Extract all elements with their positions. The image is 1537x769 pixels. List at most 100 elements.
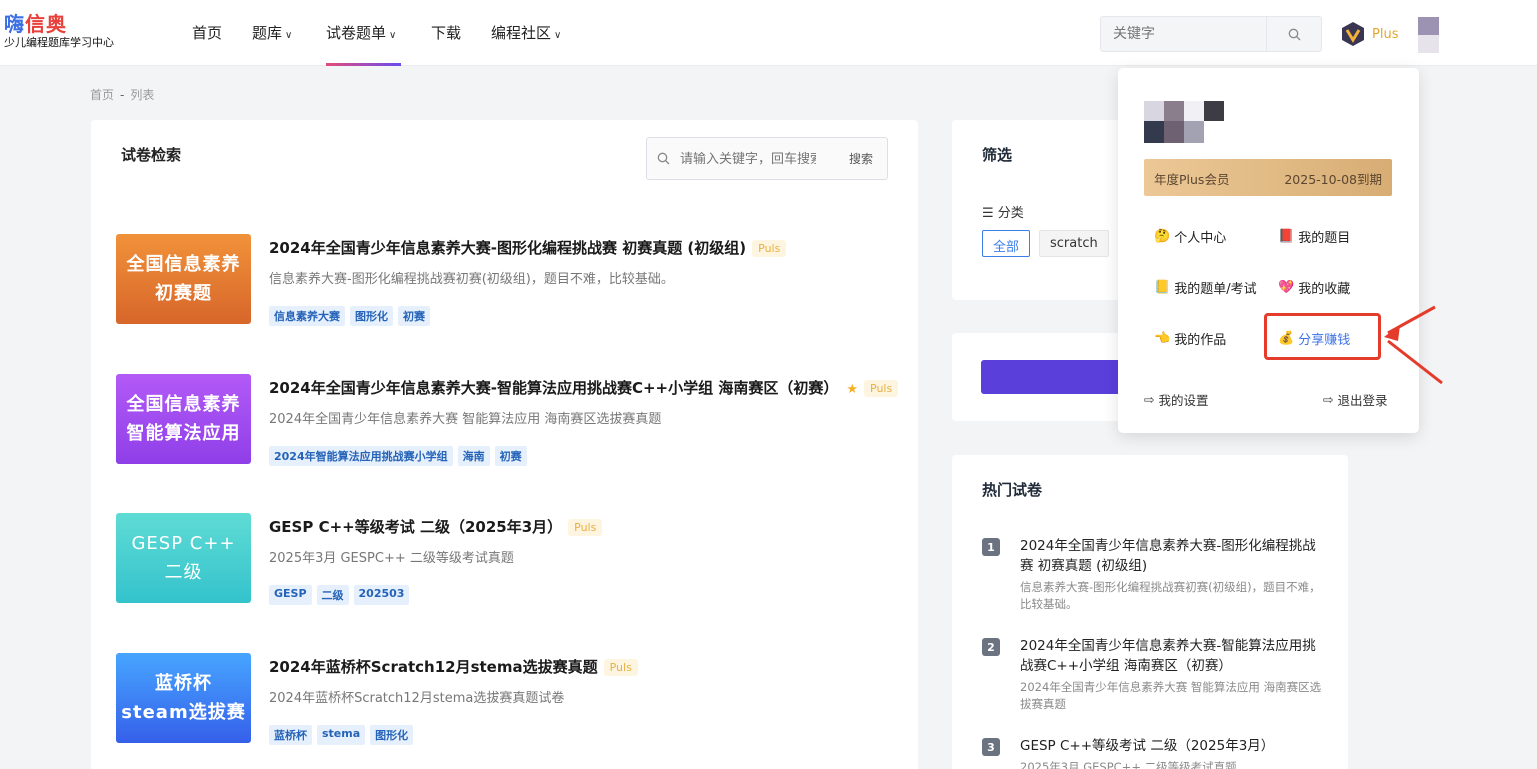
paper-desc: 2025年3月 GESPC++ 二级等级考试真题 bbox=[269, 551, 514, 566]
menu-my-questions[interactable]: 📕 我的题目 bbox=[1278, 227, 1350, 246]
user-menu-dropdown: 年度Plus会员 2025-10-08到期 🤔 个人中心 📕 我的题目 📒 我的题单/… bbox=[1118, 68, 1419, 433]
paper-thumbnail[interactable]: 全国信息素养 智能算法应用 bbox=[116, 374, 251, 464]
thumb-line: steam选拔赛 bbox=[121, 702, 246, 723]
paper-tags: 蓝桥杯 stema 图形化 bbox=[269, 725, 414, 745]
v-crown-icon bbox=[1342, 22, 1364, 46]
nav-papers[interactable]: 试卷题单 ∨ bbox=[326, 22, 396, 66]
nav-home-label: 首页 bbox=[192, 24, 223, 42]
hot-item-desc: 2025年3月 GESPC++ 二级等级考试真题 bbox=[1020, 760, 1237, 769]
plus-badge: Puls bbox=[568, 519, 603, 536]
rank-badge: 1 bbox=[982, 538, 1000, 556]
member-label: 年度Plus会员 bbox=[1154, 172, 1230, 187]
nav-download[interactable]: 下载 bbox=[431, 22, 461, 66]
paper-tags: GESP 二级 202503 bbox=[269, 585, 410, 605]
tag[interactable]: 202503 bbox=[353, 585, 410, 605]
filter-category: ☰ 分类 bbox=[982, 202, 1024, 221]
menu-logout[interactable]: ⇨ 退出登录 bbox=[1323, 390, 1388, 409]
paper-title-text: 2024年全国青少年信息素养大赛-图形化编程挑战赛 初赛真题 (初级组) bbox=[269, 239, 747, 257]
hot-item-desc: 2024年全国青少年信息素养大赛 智能算法应用 海南赛区选拔赛真题 bbox=[1020, 680, 1322, 711]
paper-desc: 2024年全国青少年信息素养大赛 智能算法应用 海南赛区选拔赛真题 bbox=[269, 412, 662, 427]
menu-label: 我的题单/考试 bbox=[1174, 282, 1257, 297]
header-search-button[interactable] bbox=[1266, 17, 1321, 51]
avatar bbox=[1144, 101, 1226, 145]
notebook-icon: 📒 bbox=[1154, 280, 1171, 295]
thumb-line: GESP C++ bbox=[131, 533, 236, 554]
header-search-input[interactable] bbox=[1113, 24, 1263, 44]
tag[interactable]: 二级 bbox=[316, 585, 349, 605]
thumb-line: 二级 bbox=[164, 562, 203, 583]
highlight-annotation bbox=[1264, 313, 1381, 360]
menu-label: 我的作品 bbox=[1174, 333, 1227, 348]
thumb-line: 初赛题 bbox=[155, 283, 212, 304]
card-title: 试卷检索 bbox=[121, 146, 182, 164]
filter-option-scratch[interactable]: scratch bbox=[1039, 230, 1109, 257]
arrow-annotation-icon bbox=[1384, 305, 1443, 385]
star-icon: ★ bbox=[846, 382, 859, 397]
membership-bar[interactable]: 年度Plus会员 2025-10-08到期 bbox=[1144, 159, 1392, 196]
exit-arrow-icon: ⇨ bbox=[1144, 392, 1155, 407]
menu-my-lists[interactable]: 📒 我的题单/考试 bbox=[1154, 278, 1257, 297]
hot-item-title[interactable]: 2024年全国青少年信息素养大赛-图形化编程挑战赛 初赛真题 (初级组) bbox=[1020, 536, 1320, 576]
paper-item[interactable]: 蓝桥杯 steam选拔赛 2024年蓝桥杯Scratch12月stema选拔赛真题… bbox=[116, 653, 896, 748]
paper-tags: 信息素养大赛 图形化 初赛 bbox=[269, 306, 430, 326]
paper-item[interactable]: 全国信息素养 初赛题 2024年全国青少年信息素养大赛-图形化编程挑战赛 初赛真题… bbox=[116, 234, 896, 329]
breadcrumb-home[interactable]: 首页 bbox=[90, 88, 114, 102]
tag[interactable]: 蓝桥杯 bbox=[269, 725, 312, 745]
paper-title[interactable]: 2024年蓝桥杯Scratch12月stema选拔赛真题 Puls bbox=[269, 656, 638, 677]
paper-title-text: 2024年全国青少年信息素养大赛-智能算法应用挑战赛C++小学组 海南赛区（初赛… bbox=[269, 379, 839, 397]
chevron-down-icon: ∨ bbox=[285, 30, 293, 41]
paper-search-button[interactable]: 搜索 bbox=[849, 150, 873, 167]
paper-thumbnail[interactable]: 蓝桥杯 steam选拔赛 bbox=[116, 653, 251, 743]
top-header: 嗨信奥 少儿编程题库学习中心 首页 题库∨ 试卷题单∨ 下载 编程社区∨ Plu… bbox=[0, 0, 1537, 66]
thumb-line: 智能算法应用 bbox=[126, 423, 241, 444]
tag[interactable]: GESP bbox=[269, 585, 312, 605]
thumb-line: 蓝桥杯 bbox=[155, 673, 212, 694]
paper-tags: 2024年智能算法应用挑战赛小学组 海南 初赛 bbox=[269, 446, 527, 466]
paper-title[interactable]: GESP C++等级考试 二级（2025年3月） Puls bbox=[269, 516, 603, 537]
paper-search-card: 试卷检索 搜索 全国信息素养初赛题 2024年全国青少年信息素养大赛-图形化编程… bbox=[91, 120, 918, 769]
hot-item-title[interactable]: GESP C++等级考试 二级（2025年3月） bbox=[1020, 736, 1320, 756]
menu-settings[interactable]: ⇨ 我的设置 bbox=[1144, 390, 1209, 409]
breadcrumb: 首页 - 列表 bbox=[90, 86, 154, 103]
paper-search-input[interactable] bbox=[680, 149, 816, 169]
plus-badge: Puls bbox=[752, 240, 787, 257]
plus-membership-badge[interactable]: Plus bbox=[1340, 19, 1420, 49]
hot-item-title[interactable]: 2024年全国青少年信息素养大赛-智能算法应用挑战赛C++小学组 海南赛区（初赛… bbox=[1020, 636, 1320, 676]
menu-profile[interactable]: 🤔 个人中心 bbox=[1154, 227, 1226, 246]
menu-label: 我的题目 bbox=[1298, 231, 1351, 246]
paper-thumbnail[interactable]: 全国信息素养 初赛题 bbox=[116, 234, 251, 324]
tag[interactable]: 初赛 bbox=[494, 446, 527, 466]
filter-option-all[interactable]: 全部 bbox=[982, 230, 1031, 257]
nav-papers-label: 试卷题单 bbox=[326, 24, 387, 42]
member-expiry: 2025-10-08到期 bbox=[1284, 172, 1382, 187]
paper-item[interactable]: GESP C++ 二级 GESP C++等级考试 二级（2025年3月） Puls … bbox=[116, 513, 896, 608]
tag[interactable]: 图形化 bbox=[350, 306, 393, 326]
menu-my-works[interactable]: 👈 我的作品 bbox=[1154, 329, 1226, 348]
paper-thumbnail[interactable]: GESP C++ 二级 bbox=[116, 513, 251, 603]
breadcrumb-separator: - bbox=[120, 88, 125, 102]
thumb-line: 全国信息素养 bbox=[126, 394, 241, 415]
user-avatar[interactable] bbox=[1418, 17, 1439, 53]
paper-title[interactable]: 2024年全国青少年信息素养大赛-智能算法应用挑战赛C++小学组 海南赛区（初赛… bbox=[269, 377, 899, 398]
tag[interactable]: 2024年智能算法应用挑战赛小学组 bbox=[269, 446, 453, 466]
menu-favorites[interactable]: 💖 我的收藏 bbox=[1278, 278, 1350, 297]
nav-community[interactable]: 编程社区 ∨ bbox=[491, 22, 561, 66]
tag[interactable]: 初赛 bbox=[398, 306, 430, 326]
tag[interactable]: 图形化 bbox=[370, 725, 414, 745]
nav-community-label: 编程社区 bbox=[491, 24, 552, 42]
paper-desc: 信息素养大赛-图形化编程挑战赛初赛(初级组)，题目不难，比较基础。 bbox=[269, 272, 674, 287]
hot-title: 热门试卷 bbox=[982, 481, 1043, 499]
menu-label: 个人中心 bbox=[1174, 231, 1227, 246]
hot-item-desc: 信息素养大赛-图形化编程挑战赛初赛(初级组)，题目不难，比较基础。 bbox=[1020, 580, 1321, 611]
tag[interactable]: 信息素养大赛 bbox=[269, 306, 345, 326]
tag[interactable]: 海南 bbox=[457, 446, 490, 466]
tag[interactable]: stema bbox=[317, 725, 366, 745]
header-search bbox=[1100, 16, 1322, 52]
paper-title[interactable]: 2024年全国青少年信息素养大赛-图形化编程挑战赛 初赛真题 (初级组) Puls bbox=[269, 237, 787, 258]
chevron-down-icon: ∨ bbox=[554, 30, 562, 41]
nav-home[interactable]: 首页 bbox=[192, 22, 222, 66]
paper-item[interactable]: 全国信息素养 智能算法应用 2024年全国青少年信息素养大赛-智能算法应用挑战赛C… bbox=[116, 374, 899, 469]
plus-label: Plus bbox=[1372, 26, 1399, 42]
site-logo[interactable]: 嗨信奥 少儿编程题库学习中心 bbox=[4, 12, 122, 56]
nav-question-bank[interactable]: 题库 ∨ bbox=[252, 22, 292, 66]
